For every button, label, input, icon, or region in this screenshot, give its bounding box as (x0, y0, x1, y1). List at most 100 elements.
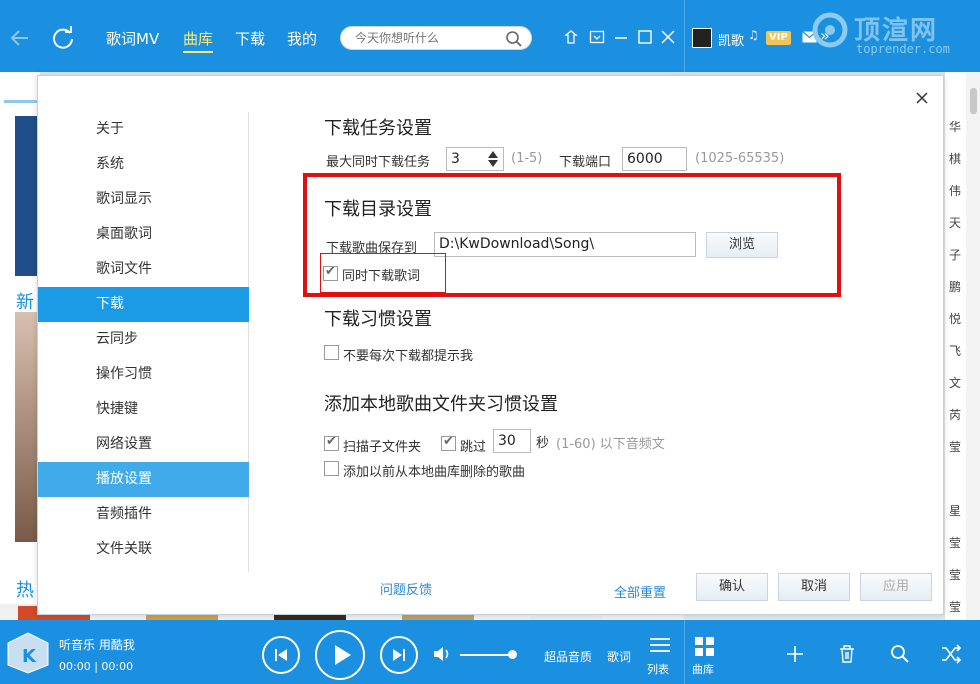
skip-seconds-input[interactable]: 30 (493, 429, 531, 453)
next-button[interactable] (380, 636, 418, 674)
search-box[interactable] (340, 26, 532, 50)
spin-up-icon[interactable] (487, 149, 499, 159)
list-item[interactable]: 飞 (945, 342, 965, 359)
tab-mine[interactable]: 我的 (287, 28, 317, 49)
port-label: 下载端口 (559, 155, 612, 170)
menu-item-lyrics-file[interactable]: 歌词文件 (38, 252, 249, 287)
list-item[interactable]: 悦 (945, 310, 965, 327)
menu-item-shortcuts[interactable]: 快捷键 (38, 392, 249, 427)
tab-lyrics-mv[interactable]: 歌词MV (106, 28, 159, 49)
list-item[interactable]: 莹 (945, 566, 965, 583)
search-input[interactable] (355, 27, 505, 49)
user-name[interactable]: 凯歌 (718, 30, 744, 49)
library-grid-icon[interactable] (694, 636, 716, 658)
list-item[interactable]: 芮 (945, 406, 965, 423)
menu-item-habits[interactable]: 操作习惯 (38, 357, 249, 392)
skip-checkbox[interactable] (441, 434, 456, 451)
section-title-habit: 下载习惯设置 (324, 309, 432, 330)
list-item[interactable]: 华 (945, 118, 965, 135)
play-icon (335, 645, 351, 665)
list-item[interactable]: 莹 (945, 438, 965, 455)
list-item[interactable]: 伟 (945, 182, 965, 199)
tab-download[interactable]: 下载 (235, 28, 265, 49)
library-label[interactable]: 曲库 (692, 661, 714, 677)
content-tab-indicator (4, 100, 40, 103)
skip-label: 跳过 (460, 440, 487, 455)
port-range: (1025-65535) (695, 151, 785, 166)
watermark-subtext: toprender.com (856, 42, 950, 56)
section-heading-hot: 热 (16, 580, 34, 601)
list-label[interactable]: 列表 (647, 661, 669, 677)
list-item[interactable]: 莹 (945, 598, 965, 615)
close-icon[interactable] (660, 29, 676, 45)
watermark-logo-icon (812, 12, 848, 48)
list-item[interactable]: 天 (945, 214, 965, 231)
no-prompt-label: 不要每次下载都提示我 (343, 349, 474, 364)
list-item[interactable]: 鹏 (945, 278, 965, 295)
list-icon[interactable] (648, 636, 672, 656)
apply-button[interactable]: 应用 (860, 573, 932, 601)
player-bar-right (684, 620, 980, 684)
volume-knob[interactable] (508, 650, 517, 659)
now-playing-title: 听音乐 用酷我 (59, 638, 135, 652)
red-highlight-small-box (320, 253, 446, 293)
scan-subfolders-checkbox[interactable] (324, 434, 339, 451)
menu-item-playback[interactable]: 播放设置 (38, 462, 249, 497)
confirm-button[interactable]: 确认 (696, 573, 768, 601)
menu-item-system[interactable]: 系统 (38, 147, 249, 182)
skip-hint: (1-60) 以下音频文 (556, 437, 665, 452)
maximize-icon[interactable] (637, 29, 653, 45)
section-title-local: 添加本地歌曲文件夹习惯设置 (324, 394, 558, 415)
menu-item-file-association[interactable]: 文件关联 (38, 532, 249, 567)
menu-item-download[interactable]: 下载 (38, 287, 249, 322)
cancel-button[interactable]: 取消 (778, 573, 850, 601)
menu-item-network[interactable]: 网络设置 (38, 427, 249, 462)
play-button[interactable] (315, 630, 365, 680)
search-icon[interactable] (890, 644, 910, 664)
album-cover-icon[interactable]: K (6, 629, 50, 675)
no-prompt-checkbox[interactable] (324, 345, 339, 360)
list-item[interactable]: 棋 (945, 150, 965, 167)
mini-mode-icon[interactable] (589, 29, 605, 45)
menu-item-lyrics-display[interactable]: 歌词显示 (38, 182, 249, 217)
tab-library[interactable]: 曲库 (183, 28, 214, 53)
menu-item-audio-plugins[interactable]: 音频插件 (38, 497, 249, 532)
menu-item-cloud-sync[interactable]: 云同步 (38, 322, 249, 357)
scrollbar-thumb[interactable] (970, 88, 977, 114)
feedback-link[interactable]: 问题反馈 (380, 579, 432, 598)
dialog-close-icon[interactable] (914, 90, 930, 106)
prev-button[interactable] (262, 636, 300, 674)
artist-image[interactable] (15, 312, 37, 542)
menu-item-about[interactable]: 关于 (38, 112, 249, 147)
list-item[interactable]: 星 (945, 502, 965, 519)
add-icon[interactable] (786, 645, 804, 663)
port-input[interactable]: 6000 (622, 147, 687, 171)
minimize-icon[interactable] (613, 29, 629, 45)
add-deleted-checkbox[interactable] (324, 461, 339, 476)
vip-badge[interactable]: VIP (766, 31, 791, 45)
shuffle-icon[interactable] (940, 644, 962, 664)
list-item[interactable]: 子 (945, 246, 965, 263)
max-tasks-stepper[interactable]: 3 (446, 147, 504, 171)
list-item[interactable]: 文 (945, 374, 965, 391)
volume-icon[interactable] (432, 645, 454, 663)
spin-down-icon[interactable] (487, 159, 499, 169)
max-tasks-label: 最大同时下载任务 (326, 155, 431, 170)
list-item[interactable]: 莹 (945, 534, 965, 551)
trash-icon[interactable] (838, 644, 856, 664)
avatar[interactable] (692, 28, 712, 48)
skin-icon[interactable] (563, 29, 579, 45)
quality-button[interactable]: 超品音质 (544, 648, 592, 665)
lyrics-button[interactable]: 歌词 (607, 648, 631, 665)
svg-text:K: K (22, 646, 37, 667)
settings-menu: 关于 系统 歌词显示 桌面歌词 歌词文件 下载 云同步 操作习惯 快捷键 网络设… (38, 112, 249, 572)
back-arrow-icon[interactable] (8, 26, 32, 50)
section-heading-new: 新 (16, 292, 34, 313)
volume-slider[interactable] (460, 654, 514, 656)
menu-item-desktop-lyrics[interactable]: 桌面歌词 (38, 217, 249, 252)
reset-all-link[interactable]: 全部重置 (614, 582, 666, 601)
scrollbar[interactable] (966, 72, 980, 620)
search-icon[interactable] (505, 30, 523, 48)
refresh-icon[interactable] (50, 25, 76, 51)
banner-image[interactable] (15, 116, 37, 276)
